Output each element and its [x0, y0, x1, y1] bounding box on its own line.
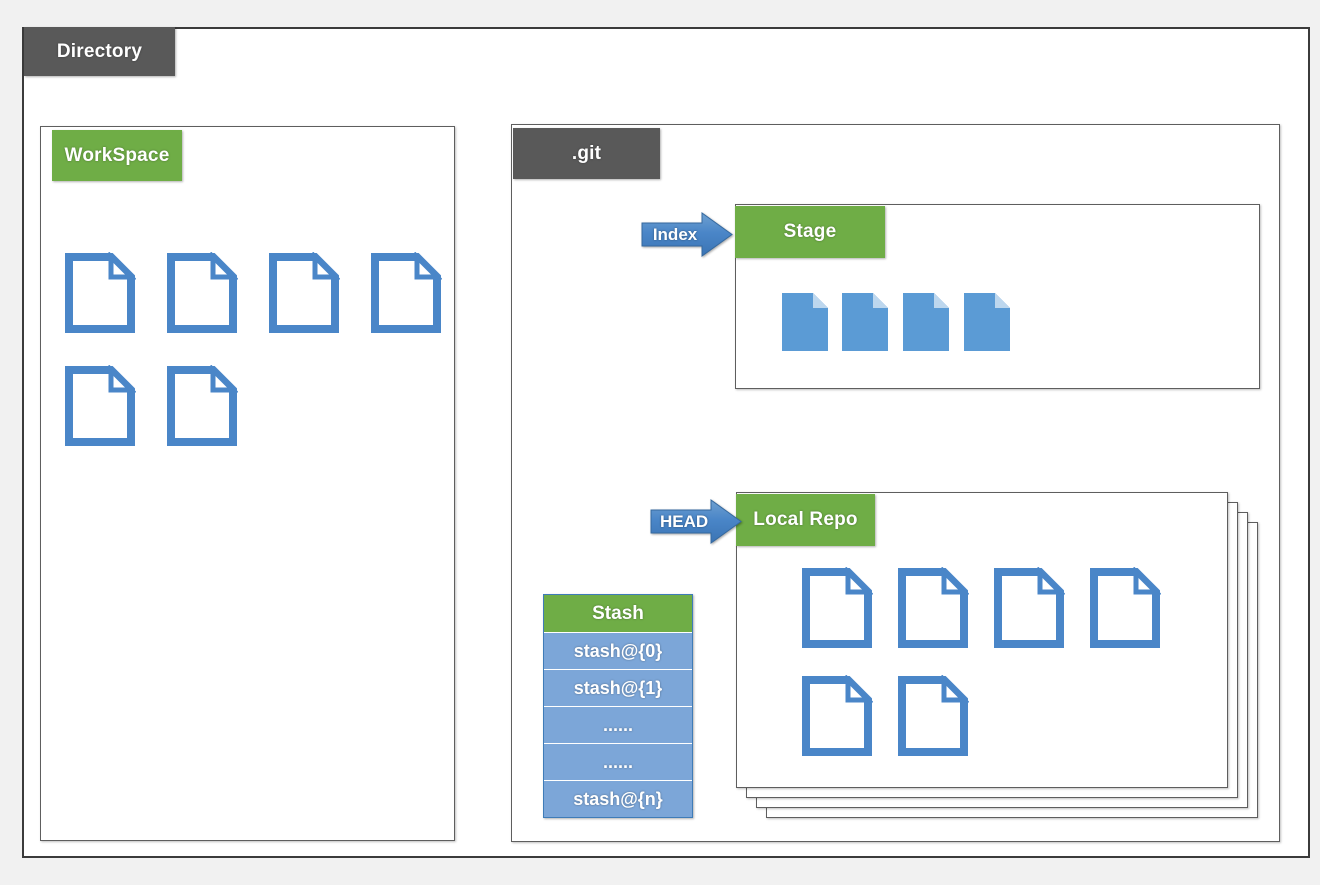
stash-row-label: ...... [602, 751, 633, 772]
directory-tab[interactable]: Directory [24, 27, 175, 76]
diagram-canvas: Directory WorkSpace .git Index Stage HEA… [0, 0, 1320, 885]
file-outline-icon[interactable] [370, 252, 442, 334]
git-tab-label: .git [571, 142, 602, 164]
file-outline-icon[interactable] [897, 567, 969, 649]
head-arrow[interactable]: HEAD [650, 499, 742, 544]
stash-table-row[interactable]: stash@{1} [544, 670, 692, 707]
file-outline-icon[interactable] [993, 567, 1065, 649]
stash-row-label: stash@{1} [573, 677, 663, 698]
git-tab[interactable]: .git [513, 128, 660, 179]
index-arrow[interactable]: Index [641, 212, 733, 257]
stash-table-row[interactable]: ...... [544, 744, 692, 781]
local-repo-tab-label: Local Repo [753, 509, 858, 530]
file-outline-icon[interactable] [64, 252, 136, 334]
stash-table-row[interactable]: stash@{n} [544, 781, 692, 817]
stash-header-label: Stash [592, 602, 644, 624]
file-filled-icon[interactable] [780, 291, 830, 353]
stash-table: Stash stash@{0} stash@{1} ...... ...... … [543, 594, 693, 818]
file-outline-icon[interactable] [166, 252, 238, 334]
stage-tab-label: Stage [783, 221, 837, 242]
local-repo-tab[interactable]: Local Repo [736, 494, 875, 546]
file-outline-icon[interactable] [268, 252, 340, 334]
stash-row-label: ...... [602, 714, 633, 735]
file-outline-icon[interactable] [801, 675, 873, 757]
file-filled-icon[interactable] [901, 291, 951, 353]
workspace-tab-label: WorkSpace [64, 144, 170, 166]
file-outline-icon[interactable] [166, 365, 238, 447]
stash-row-label: stash@{0} [573, 640, 663, 661]
stash-table-row[interactable]: stash@{0} [544, 633, 692, 670]
workspace-tab[interactable]: WorkSpace [52, 130, 182, 181]
directory-tab-label: Directory [56, 40, 143, 62]
file-outline-icon[interactable] [801, 567, 873, 649]
workspace-panel [40, 126, 455, 841]
file-outline-icon[interactable] [1089, 567, 1161, 649]
file-outline-icon[interactable] [64, 365, 136, 447]
stash-row-label: stash@{n} [573, 788, 663, 809]
file-filled-icon[interactable] [840, 291, 890, 353]
stash-table-header: Stash [544, 595, 692, 633]
stage-tab[interactable]: Stage [735, 206, 885, 258]
file-outline-icon[interactable] [897, 675, 969, 757]
file-filled-icon[interactable] [962, 291, 1012, 353]
stash-table-row[interactable]: ...... [544, 707, 692, 744]
